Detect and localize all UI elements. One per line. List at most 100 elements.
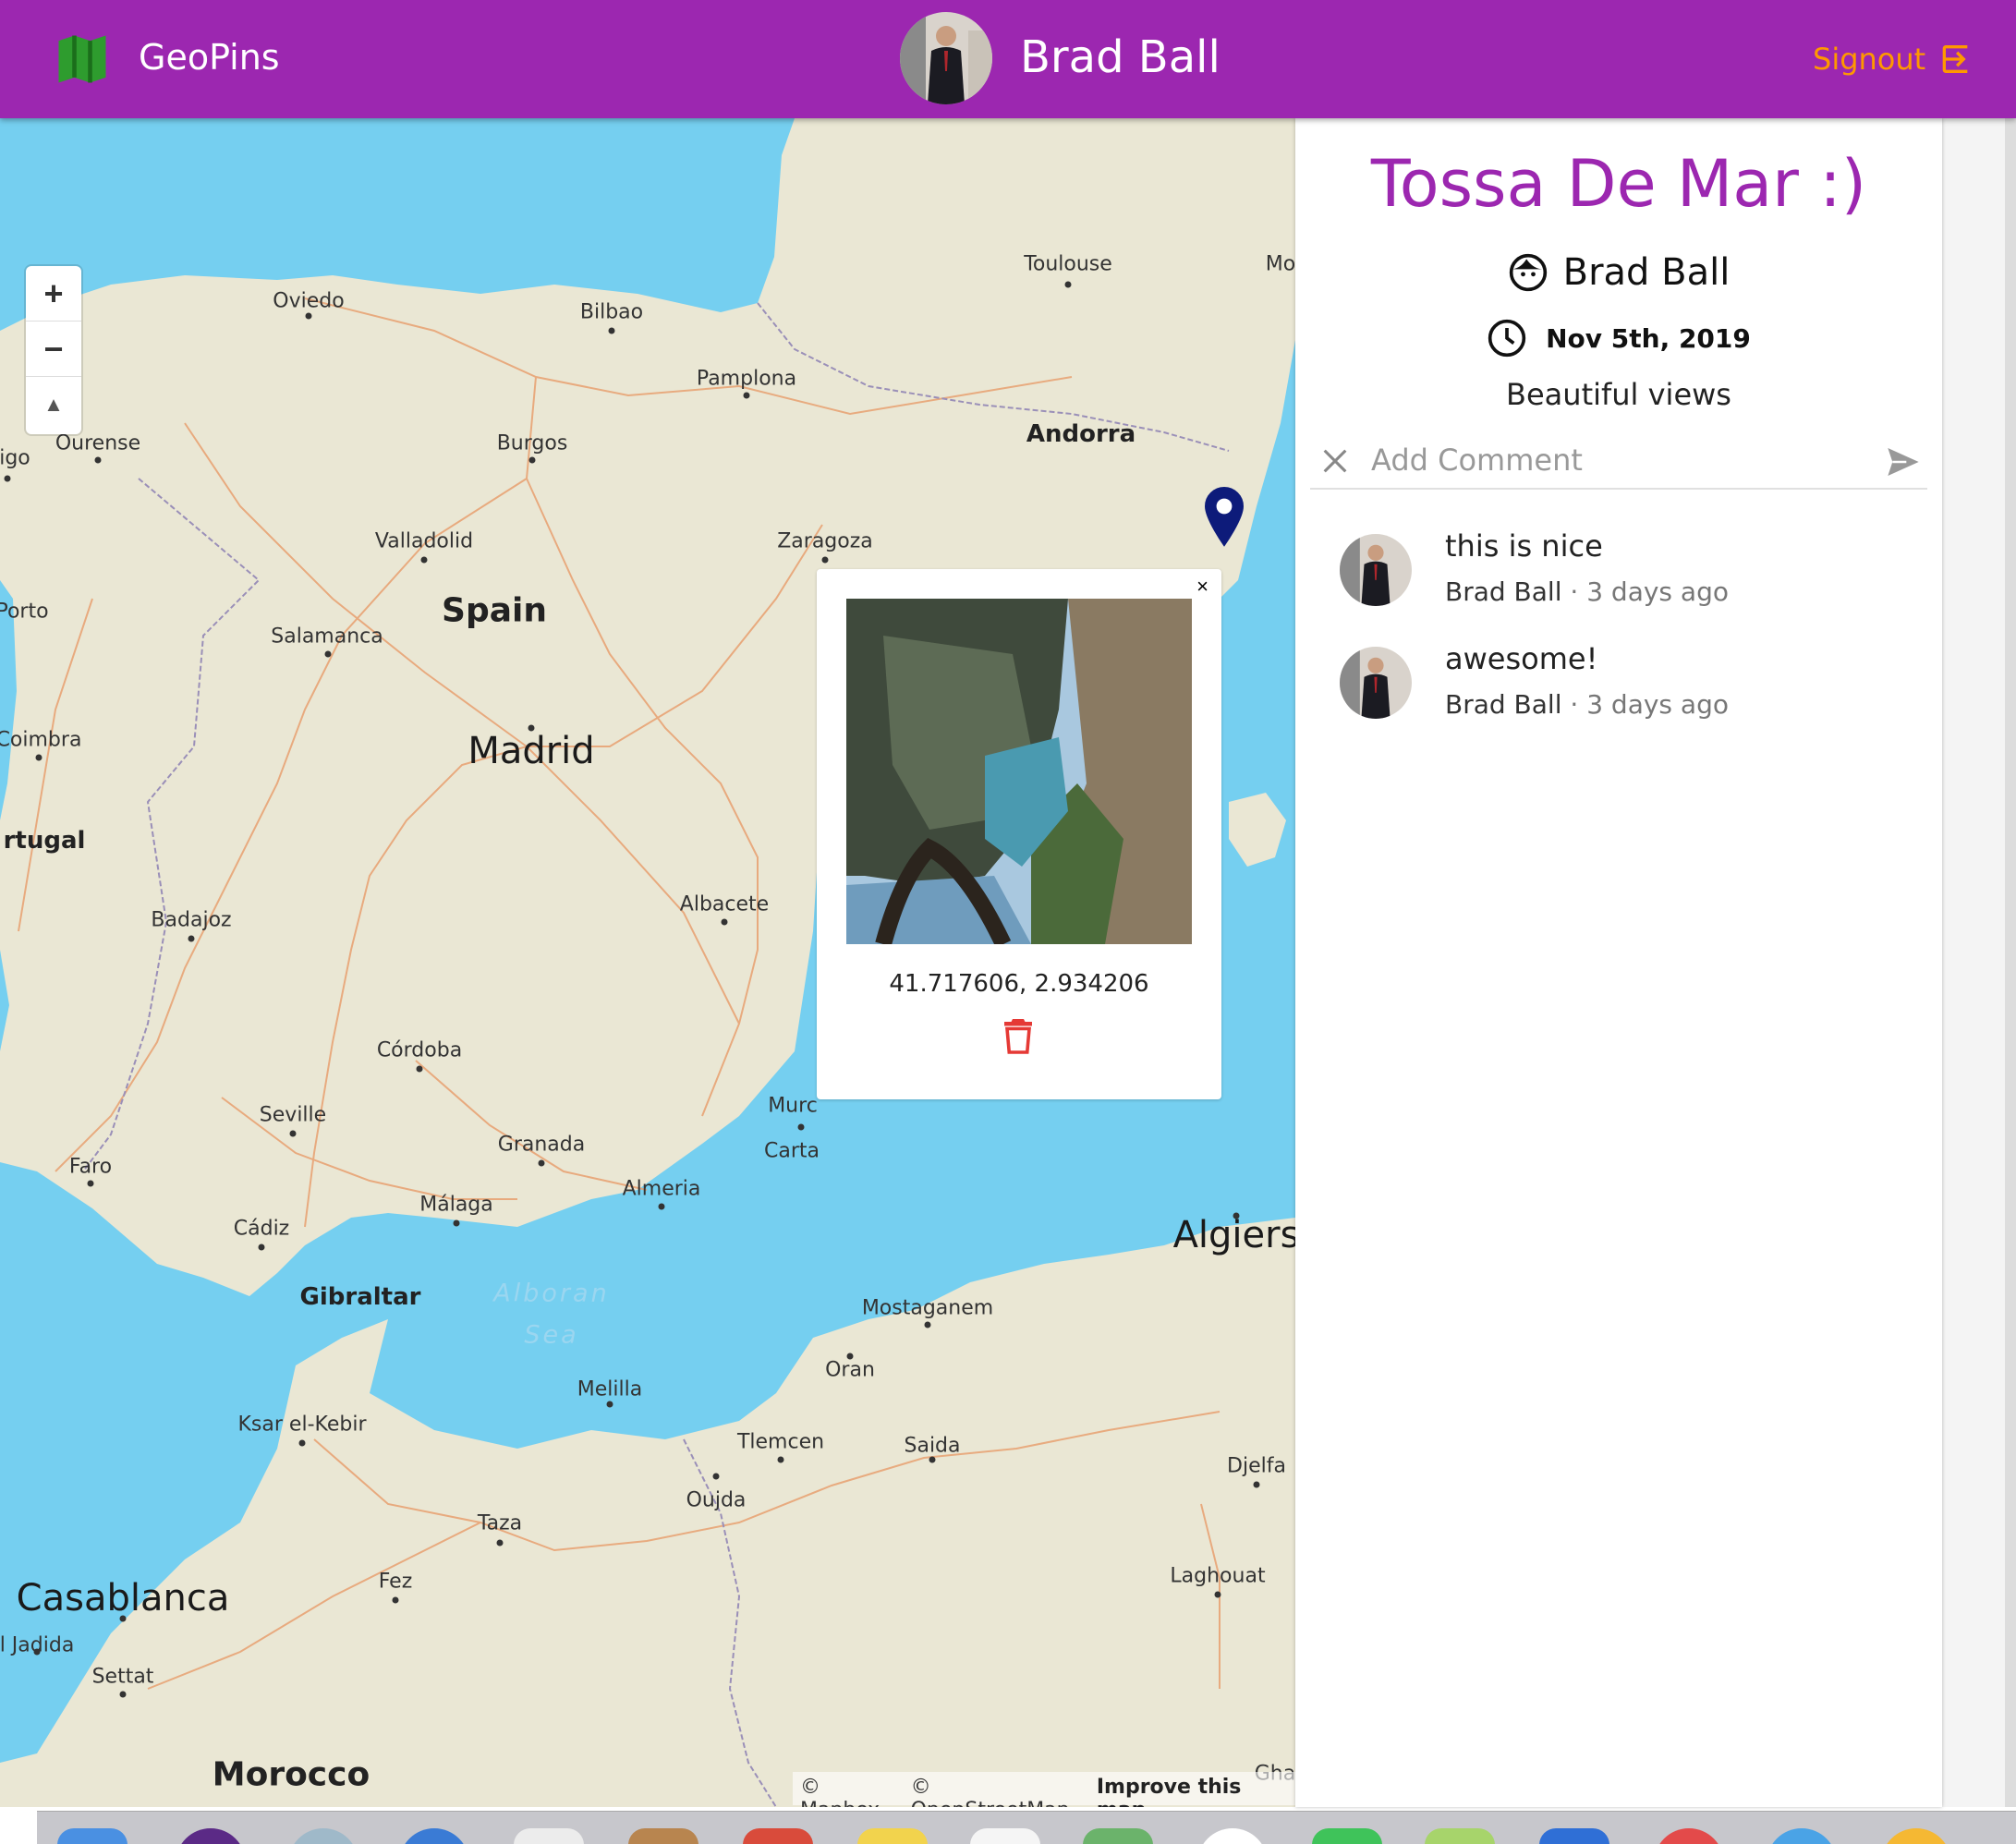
pin-description: Beautiful views	[1506, 377, 1731, 412]
map-label: Burgos	[496, 431, 568, 455]
city-marker	[188, 935, 195, 942]
city-marker	[528, 724, 535, 732]
comment-text: this is nice	[1445, 528, 1603, 564]
dock-app-icon[interactable]	[1539, 1828, 1609, 1844]
city-marker	[119, 1615, 127, 1622]
city-marker	[821, 556, 829, 564]
city-marker	[87, 1180, 94, 1187]
map-label: Coimbra	[0, 728, 82, 752]
send-icon[interactable]	[1883, 443, 1924, 480]
map-label: Faro	[68, 1155, 113, 1179]
dock-app-icon[interactable]	[57, 1828, 128, 1844]
dock-app-icon[interactable]	[176, 1828, 246, 1844]
pin-photo	[846, 599, 1192, 944]
map-label: Laghouat	[1170, 1564, 1266, 1588]
compass-button[interactable]: ▲	[26, 377, 81, 432]
dock-app-icon[interactable]	[1654, 1828, 1724, 1844]
dock-app-icon[interactable]	[1767, 1828, 1837, 1844]
pin-coordinates: 41.717606, 2.934206	[889, 970, 1149, 998]
city-marker	[846, 1353, 854, 1360]
popup-close-button[interactable]: ×	[1196, 575, 1208, 599]
map-label: Seville	[259, 1103, 327, 1127]
city-marker	[777, 1456, 784, 1463]
map-label: Algiers	[1172, 1214, 1295, 1256]
trash-icon[interactable]	[1002, 1016, 1035, 1055]
user-avatar	[900, 12, 992, 104]
map-label: Saida	[904, 1434, 961, 1458]
map-label: Oujda	[686, 1488, 747, 1512]
attribution-osm[interactable]: © OpenStreetMap	[911, 1776, 1087, 1807]
comment-input[interactable]	[1371, 440, 1852, 480]
dock-app-icon[interactable]	[1881, 1828, 1951, 1844]
map-label: Córdoba	[376, 1038, 463, 1062]
city-marker	[712, 1473, 720, 1480]
map-label: Tlemcen	[736, 1430, 825, 1454]
dock-app-icon[interactable]	[970, 1828, 1040, 1844]
attribution-mapbox[interactable]: © Mapbox	[800, 1776, 902, 1807]
map-label: Spain	[442, 591, 547, 630]
map-label: Oviedo	[273, 289, 345, 313]
zoom-in-button[interactable]: +	[26, 266, 81, 321]
map-label: Carta	[764, 1139, 820, 1163]
dock-app-icon[interactable]	[1312, 1828, 1382, 1844]
comment-list: this is nice Brad Ball · 3 days ago awes…	[1340, 525, 1913, 750]
map-label: Alboran	[493, 1279, 610, 1308]
comment-time: 3 days ago	[1586, 689, 1729, 720]
pin-author-row: Brad Ball	[1295, 251, 1942, 294]
city-marker	[35, 754, 43, 761]
dock-app-icon[interactable]	[514, 1828, 584, 1844]
city-marker	[33, 1648, 41, 1656]
dock-app-icon[interactable]	[288, 1828, 358, 1844]
pin-popup: × 41.717606, 2.934206	[817, 569, 1221, 1099]
comment-avatar	[1340, 534, 1412, 606]
map-label: Madrid	[468, 730, 595, 772]
comment-item: awesome! Brad Ball · 3 days ago	[1340, 637, 1913, 750]
dock-app-icon[interactable]	[743, 1828, 813, 1844]
city-marker	[416, 1065, 423, 1073]
comment-avatar	[1340, 647, 1412, 719]
map-label: Mostaganem	[861, 1296, 994, 1320]
map-label: Taza	[477, 1511, 523, 1535]
comment-form	[1310, 432, 1927, 490]
map-attribution: © Mapbox © OpenStreetMap Improve this ma…	[793, 1772, 1295, 1807]
app-title[interactable]: GeoPins	[139, 37, 280, 78]
map-label: Cádiz	[233, 1217, 290, 1241]
comment-separator: ·	[1570, 576, 1579, 607]
map-label: Almeria	[622, 1177, 701, 1201]
signout-button[interactable]: Signout	[1813, 37, 1973, 81]
scrollbar[interactable]	[2005, 118, 2016, 1807]
comment-item: this is nice Brad Ball · 3 days ago	[1340, 525, 1913, 637]
map-label: Toulouse	[1024, 252, 1112, 276]
city-marker	[258, 1243, 265, 1251]
map-label: Ourense	[55, 431, 141, 455]
dock-app-icon[interactable]	[1083, 1828, 1153, 1844]
map-label: Melilla	[577, 1377, 643, 1401]
city-marker	[929, 1456, 936, 1463]
dock-app-icon[interactable]	[857, 1828, 928, 1844]
pin-icon[interactable]	[1201, 486, 1247, 549]
compass-icon: ▲	[43, 393, 64, 416]
comment-time: 3 days ago	[1586, 576, 1729, 607]
city-marker	[4, 475, 11, 482]
macos-dock	[37, 1811, 2016, 1844]
map-label: Sea	[524, 1320, 579, 1350]
zoom-out-button[interactable]: −	[26, 321, 81, 377]
dock-app-icon[interactable]	[628, 1828, 698, 1844]
comment-separator: ·	[1570, 689, 1579, 720]
map-label: Bilbao	[579, 300, 644, 324]
map-nav-control: + − ▲	[26, 266, 81, 434]
city-marker	[392, 1596, 399, 1604]
map-label: Badajoz	[151, 908, 232, 932]
dock-app-icon[interactable]	[1425, 1828, 1495, 1844]
map-icon[interactable]	[50, 28, 115, 91]
city-marker	[1064, 281, 1072, 288]
close-icon[interactable]	[1319, 445, 1351, 477]
improve-map-link[interactable]: Improve this map	[1097, 1776, 1288, 1807]
comment-author: Brad Ball	[1445, 576, 1562, 607]
city-marker	[743, 392, 750, 399]
dock-app-icon[interactable]	[399, 1828, 469, 1844]
map-label: rtugal	[3, 827, 86, 855]
map-label: Oran	[825, 1358, 875, 1382]
map-label: Porto	[0, 600, 49, 624]
dock-app-icon[interactable]	[1197, 1828, 1268, 1844]
